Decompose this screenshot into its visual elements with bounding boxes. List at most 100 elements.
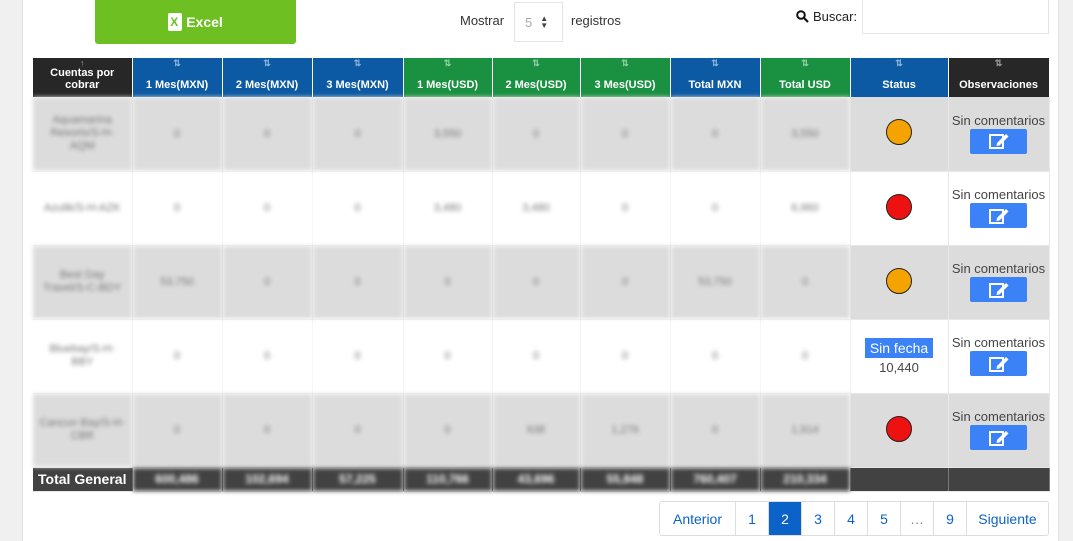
status-cell <box>850 171 949 246</box>
account-name-cell: Cancun Bay/S-H-CBR <box>33 393 133 468</box>
status-value: 10,440 <box>879 359 919 375</box>
col-header-total-usd[interactable]: ⇅ Total USD <box>760 58 851 97</box>
total-amount-cell: 57,225 <box>312 467 404 492</box>
account-name-cell: Aquamarina Resorts/S-H-AQM <box>33 97 133 172</box>
amount-cell: 0 <box>670 97 761 172</box>
amount-cell: 0 <box>760 319 851 394</box>
amount-cell: 53,750 <box>132 245 223 320</box>
observations-cell: Sin comentarios <box>948 245 1050 320</box>
col-header-2-mes-usd[interactable]: ⇅ 2 Mes(USD) <box>492 58 581 97</box>
edit-comment-button[interactable] <box>970 351 1027 376</box>
page-link-3[interactable]: 3 <box>801 502 834 535</box>
pagination-next[interactable]: Siguiente <box>966 502 1048 535</box>
total-amount-cell: 43,696 <box>492 467 581 492</box>
observations-cell: Sin comentarios <box>948 97 1050 172</box>
sort-icon: ⇅ <box>994 58 1003 68</box>
status-badge: Sin fecha <box>864 337 934 358</box>
total-empty-cell <box>948 467 1050 492</box>
amount-cell: 0 <box>670 393 761 468</box>
amount-cell: 0 <box>312 245 404 320</box>
records-label: registros <box>571 13 621 28</box>
amount-cell: 3,550 <box>760 97 851 172</box>
search-input[interactable] <box>862 0 1049 34</box>
sort-icon: ⇅ <box>532 58 540 68</box>
col-header-3-mes-mxn[interactable]: ⇅ 3 Mes(MXN) <box>312 58 404 97</box>
table-row: Cancun Bay/S-H-CBR 0 0 0 0 638 1,276 0 1,914 Sin … <box>33 393 1050 468</box>
page-link-4[interactable]: 4 <box>834 502 867 535</box>
accounts-table: ↑ Cuentas por cobrar ⇅ 1 Mes(MXN) ⇅ 2 Mes(M… <box>33 58 1050 492</box>
status-indicator <box>886 415 912 442</box>
amount-cell: 53,750 <box>670 245 761 320</box>
amount-cell: 3,550 <box>403 97 493 172</box>
table-row: Best Day Travel/S-C-BDY 53,750 0 0 0 0 0 53,750… <box>33 245 1050 320</box>
account-name-cell: Azulik/S-H-AZK <box>33 171 133 246</box>
status-cell: Sin fecha 10,440 <box>850 319 949 394</box>
amount-cell: 3,480 <box>403 171 493 246</box>
col-header-2-mes-mxn[interactable]: ⇅ 2 Mes(MXN) <box>222 58 313 97</box>
amount-cell: 0 <box>403 245 493 320</box>
edit-comment-button[interactable] <box>970 277 1027 302</box>
amount-cell: 0 <box>403 319 493 394</box>
table-row: Aquamarina Resorts/S-H-AQM 0 0 0 3,550 0 0 0 3,5… <box>33 97 1050 172</box>
amount-cell: 0 <box>580 245 671 320</box>
page-link-9[interactable]: 9 <box>933 502 966 535</box>
sort-icon: ⇅ <box>263 58 271 68</box>
search-icon <box>796 10 809 23</box>
amount-cell: 0 <box>403 393 493 468</box>
total-amount-cell: 102,694 <box>222 467 313 492</box>
amount-cell: 0 <box>222 393 313 468</box>
observation-text: Sin comentarios <box>951 112 1046 128</box>
sort-icon: ⇅ <box>173 58 181 68</box>
amount-cell: 0 <box>670 319 761 394</box>
edit-icon <box>988 281 1010 299</box>
page-link-1[interactable]: 1 <box>735 502 768 535</box>
select-arrows-icon: ▲ ▼ <box>540 14 549 30</box>
page-size-select[interactable]: 5 ▲ ▼ <box>514 2 563 42</box>
sort-icon: ⇅ <box>895 58 903 68</box>
col-header-total-mxn[interactable]: ⇅ Total MXN <box>670 58 761 97</box>
total-amount-cell: 210,334 <box>760 467 851 492</box>
amount-cell: 6,960 <box>760 171 851 246</box>
pagination-prev[interactable]: Anterior <box>660 502 735 535</box>
amount-cell: 0 <box>222 171 313 246</box>
edit-comment-button[interactable] <box>970 203 1027 228</box>
page-link-5[interactable]: 5 <box>867 502 900 535</box>
edit-icon <box>988 429 1010 447</box>
total-amount-cell: 760,407 <box>670 467 761 492</box>
amount-cell: 1,276 <box>580 393 671 468</box>
total-amount-cell: 600,486 <box>132 467 223 492</box>
amount-cell: 0 <box>580 97 671 172</box>
account-name-cell: Bluebay/S-H-BBY <box>33 319 133 394</box>
sort-icon: ⇅ <box>801 58 809 68</box>
amount-cell: 0 <box>132 97 223 172</box>
status-indicator <box>886 267 912 294</box>
status-cell <box>850 97 949 172</box>
total-empty-cell <box>850 467 949 492</box>
col-header-3-mes-usd[interactable]: ⇅ 3 Mes(USD) <box>580 58 671 97</box>
col-header-1-mes-usd[interactable]: ⇅ 1 Mes(USD) <box>403 58 493 97</box>
col-header-1-mes-mxn[interactable]: ⇅ 1 Mes(MXN) <box>132 58 223 97</box>
observation-text: Sin comentarios <box>951 335 1046 350</box>
page-link-2-active[interactable]: 2 <box>768 502 801 535</box>
observations-cell: Sin comentarios <box>948 171 1050 246</box>
page-size-value: 5 <box>525 14 533 30</box>
amount-cell: 0 <box>312 171 404 246</box>
amount-cell: 0 <box>222 319 313 394</box>
observations-cell: Sin comentarios <box>948 393 1050 468</box>
excel-file-icon <box>168 13 183 31</box>
pagination: Anterior 1 2 3 4 5 … 9 Siguiente <box>659 501 1049 536</box>
col-header-accounts[interactable]: ↑ Cuentas por cobrar <box>33 58 133 97</box>
col-header-observaciones[interactable]: ⇅ Observaciones <box>948 58 1050 97</box>
edit-comment-button[interactable] <box>970 128 1027 154</box>
amount-cell: 0 <box>132 393 223 468</box>
amount-cell: 0 <box>670 171 761 246</box>
excel-export-button[interactable]: Excel <box>95 0 296 44</box>
amount-cell: 0 <box>492 97 581 172</box>
sort-icon: ↑ <box>80 58 85 68</box>
total-amount-cell: 110,766 <box>403 467 493 492</box>
col-header-status[interactable]: ⇅ Status <box>850 58 949 97</box>
edit-comment-button[interactable] <box>970 425 1027 450</box>
amount-cell: 0 <box>222 97 313 172</box>
amount-cell: 638 <box>492 393 581 468</box>
amount-cell: 0 <box>312 97 404 172</box>
